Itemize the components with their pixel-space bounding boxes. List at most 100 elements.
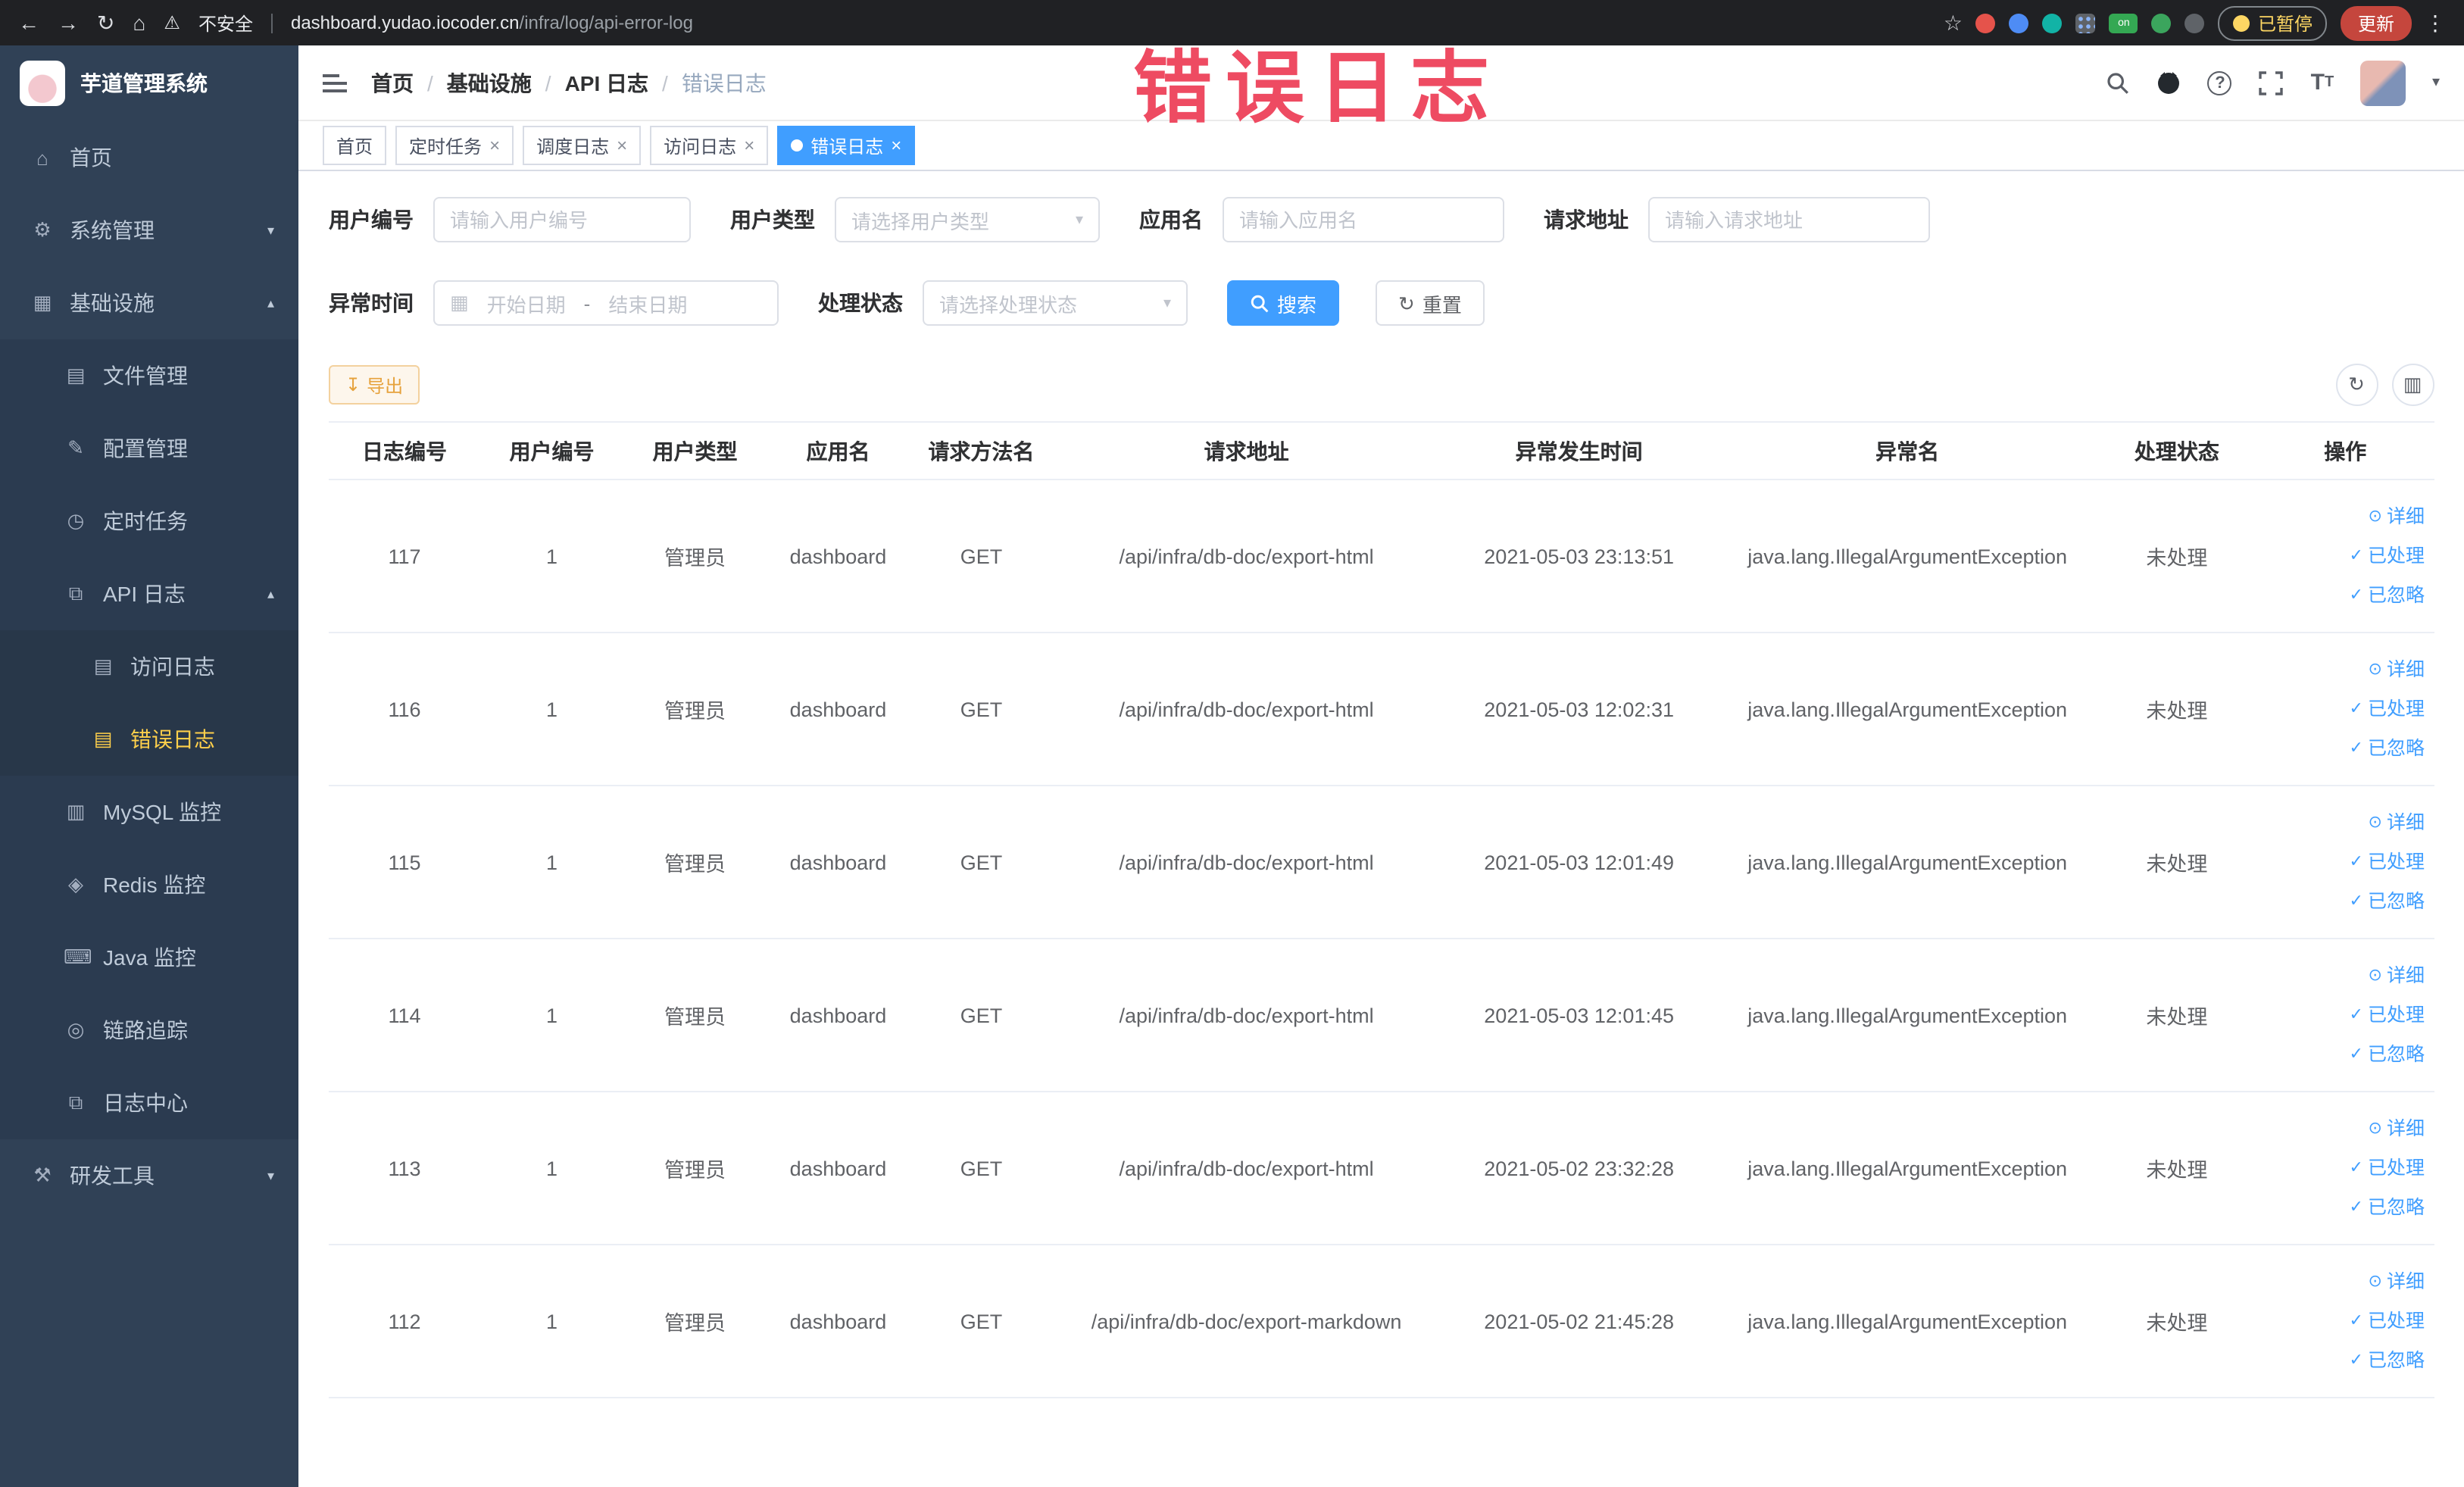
cell-app-name: dashboard xyxy=(767,1092,910,1245)
github-icon[interactable] xyxy=(2156,70,2182,95)
cell-log-id: 113 xyxy=(329,1092,481,1245)
mark-processed-link[interactable]: ✓ 已处理 xyxy=(2263,842,2425,882)
mark-processed-link[interactable]: ✓ 已处理 xyxy=(2263,995,2425,1035)
sidebar-item-file-management[interactable]: ▤ 文件管理 xyxy=(0,339,298,412)
cell-exception: java.lang.IllegalArgumentException xyxy=(1718,1092,2097,1245)
sidebar-item-label: 首页 xyxy=(70,145,112,170)
extension-icon-grid[interactable] xyxy=(2075,13,2096,33)
sidebar-item-trace[interactable]: ◎ 链路追踪 xyxy=(0,994,298,1067)
column-header-url: 请求地址 xyxy=(1052,421,1441,480)
detail-link[interactable]: ⊙ 详细 xyxy=(2263,803,2425,842)
extension-icon-blue[interactable] xyxy=(2009,13,2029,33)
sidebar-item-log-center[interactable]: ⧉ 日志中心 xyxy=(0,1067,298,1139)
status-label: 处理状态 xyxy=(818,291,903,315)
sidebar-item-access-log[interactable]: ▤ 访问日志 xyxy=(0,630,298,703)
app-name-input[interactable] xyxy=(1223,197,1504,242)
user-type-select[interactable]: 请选择用户类型 ▾ xyxy=(835,197,1100,242)
range-separator: - xyxy=(583,292,591,314)
sidebar-item-config-management[interactable]: ✎ 配置管理 xyxy=(0,412,298,485)
table-row: 114 1 管理员 dashboard GET /api/infra/db-do… xyxy=(329,939,2434,1092)
home-button[interactable]: ⌂ xyxy=(133,12,145,33)
tab-access-log[interactable]: 访问日志 × xyxy=(650,126,769,165)
sidebar-item-infrastructure[interactable]: ▦ 基础设施 ▴ xyxy=(0,267,298,339)
extension-icon-dark[interactable] xyxy=(2184,13,2205,33)
fullscreen-icon[interactable] xyxy=(2258,70,2284,95)
browser-menu-icon[interactable]: ⋮ xyxy=(2425,10,2446,36)
mark-processed-link[interactable]: ✓ 已处理 xyxy=(2263,536,2425,576)
search-icon[interactable] xyxy=(2105,70,2131,95)
sidebar-item-home[interactable]: ⌂ 首页 xyxy=(0,121,298,194)
forward-button[interactable]: → xyxy=(58,12,79,33)
close-icon[interactable]: × xyxy=(891,135,901,156)
sidebar-item-mysql-monitor[interactable]: ▥ MySQL 监控 xyxy=(0,776,298,848)
close-icon[interactable]: × xyxy=(489,135,500,156)
cell-user-type: 管理员 xyxy=(623,939,767,1092)
close-icon[interactable]: × xyxy=(744,135,754,156)
detail-link[interactable]: ⊙ 详细 xyxy=(2263,497,2425,536)
extension-icon-red[interactable] xyxy=(1975,13,1996,33)
warning-icon: ⚠ xyxy=(164,12,180,33)
update-button[interactable]: 更新 xyxy=(2341,5,2411,40)
exception-time-label: 异常时间 xyxy=(329,291,414,315)
select-placeholder: 请选择用户类型 xyxy=(851,210,990,233)
sidebar-item-label: Redis 监控 xyxy=(103,873,206,897)
reset-button[interactable]: ↻ 重置 xyxy=(1376,280,1485,326)
sidebar-item-dev-tools[interactable]: ⚒ 研发工具 ▾ xyxy=(0,1139,298,1212)
breadcrumb-home[interactable]: 首页 xyxy=(371,67,447,98)
extension-icon-leaf[interactable] xyxy=(2151,13,2172,33)
status-select[interactable]: 请选择处理状态 ▾ xyxy=(923,280,1188,326)
column-header-log-id: 日志编号 xyxy=(329,421,481,480)
breadcrumb-api-logs[interactable]: API 日志 xyxy=(565,67,682,98)
sidebar-item-java-monitor[interactable]: ⌨ Java 监控 xyxy=(0,921,298,994)
close-icon[interactable]: × xyxy=(617,135,627,156)
detail-link[interactable]: ⊙ 详细 xyxy=(2263,1109,2425,1148)
help-icon[interactable]: ? xyxy=(2207,70,2232,95)
security-label[interactable]: 不安全 xyxy=(198,10,253,36)
extension-icon-on[interactable]: on xyxy=(2109,13,2138,33)
tab-error-log[interactable]: 错误日志 × xyxy=(777,126,916,165)
mark-processed-link[interactable]: ✓ 已处理 xyxy=(2263,1148,2425,1188)
mark-ignored-link[interactable]: ✓ 已忽略 xyxy=(2263,1035,2425,1074)
column-settings-button[interactable]: ▥ xyxy=(2391,364,2434,406)
mark-ignored-link[interactable]: ✓ 已忽略 xyxy=(2263,1188,2425,1227)
mark-ignored-link[interactable]: ✓ 已忽略 xyxy=(2263,1341,2425,1380)
sidebar-item-system[interactable]: ⚙ 系统管理 ▾ xyxy=(0,194,298,267)
sidebar-item-error-log[interactable]: ▤ 错误日志 xyxy=(0,703,298,776)
sidebar-item-cron-tasks[interactable]: ◷ 定时任务 xyxy=(0,485,298,558)
exception-time-range-picker[interactable]: ▦ 开始日期 - 结束日期 xyxy=(433,280,779,326)
search-button[interactable]: 搜索 xyxy=(1227,280,1340,326)
reset-button-label: 重置 xyxy=(1422,293,1462,316)
reload-button[interactable]: ↻ xyxy=(97,12,114,33)
mark-ignored-link[interactable]: ✓ 已忽略 xyxy=(2263,882,2425,921)
address-bar[interactable]: dashboard.yudao.iocoder.cn/infra/log/api… xyxy=(291,12,693,33)
user-id-input[interactable] xyxy=(433,197,691,242)
mark-processed-link[interactable]: ✓ 已处理 xyxy=(2263,689,2425,729)
end-date-placeholder: 结束日期 xyxy=(608,293,688,316)
tab-schedule-log[interactable]: 调度日志 × xyxy=(523,126,642,165)
user-avatar[interactable] xyxy=(2360,60,2406,105)
back-button[interactable]: ← xyxy=(18,12,39,33)
extension-icon-vue[interactable] xyxy=(2042,13,2063,33)
sidebar-item-redis-monitor[interactable]: ◈ Redis 监控 xyxy=(0,848,298,921)
export-button[interactable]: ↧ 导出 xyxy=(329,365,420,405)
tab-home[interactable]: 首页 xyxy=(323,126,387,165)
mark-ignored-link[interactable]: ✓ 已忽略 xyxy=(2263,729,2425,768)
mark-ignored-link[interactable]: ✓ 已忽略 xyxy=(2263,576,2425,615)
detail-link[interactable]: ⊙ 详细 xyxy=(2263,1262,2425,1301)
sidebar-toggle-icon[interactable] xyxy=(323,73,347,92)
paused-badge[interactable]: 已暂停 xyxy=(2218,5,2328,40)
cell-app-name: dashboard xyxy=(767,633,910,786)
font-size-icon[interactable]: TT xyxy=(2309,70,2335,95)
chevron-down-icon[interactable]: ▾ xyxy=(2432,74,2440,91)
request-url-input[interactable] xyxy=(1648,197,1930,242)
detail-link[interactable]: ⊙ 详细 xyxy=(2263,956,2425,995)
cell-url: /api/infra/db-doc/export-html xyxy=(1052,786,1441,939)
check-icon: ✓ xyxy=(2349,853,2363,871)
detail-link[interactable]: ⊙ 详细 xyxy=(2263,650,2425,689)
breadcrumb-infrastructure[interactable]: 基础设施 xyxy=(447,67,565,98)
sidebar-item-api-logs[interactable]: ⧉ API 日志 ▴ xyxy=(0,558,298,630)
bookmark-star-icon[interactable]: ☆ xyxy=(1944,12,1963,33)
refresh-table-button[interactable]: ↻ xyxy=(2335,364,2378,406)
tab-cron-tasks[interactable]: 定时任务 × xyxy=(395,126,514,165)
mark-processed-link[interactable]: ✓ 已处理 xyxy=(2263,1301,2425,1341)
